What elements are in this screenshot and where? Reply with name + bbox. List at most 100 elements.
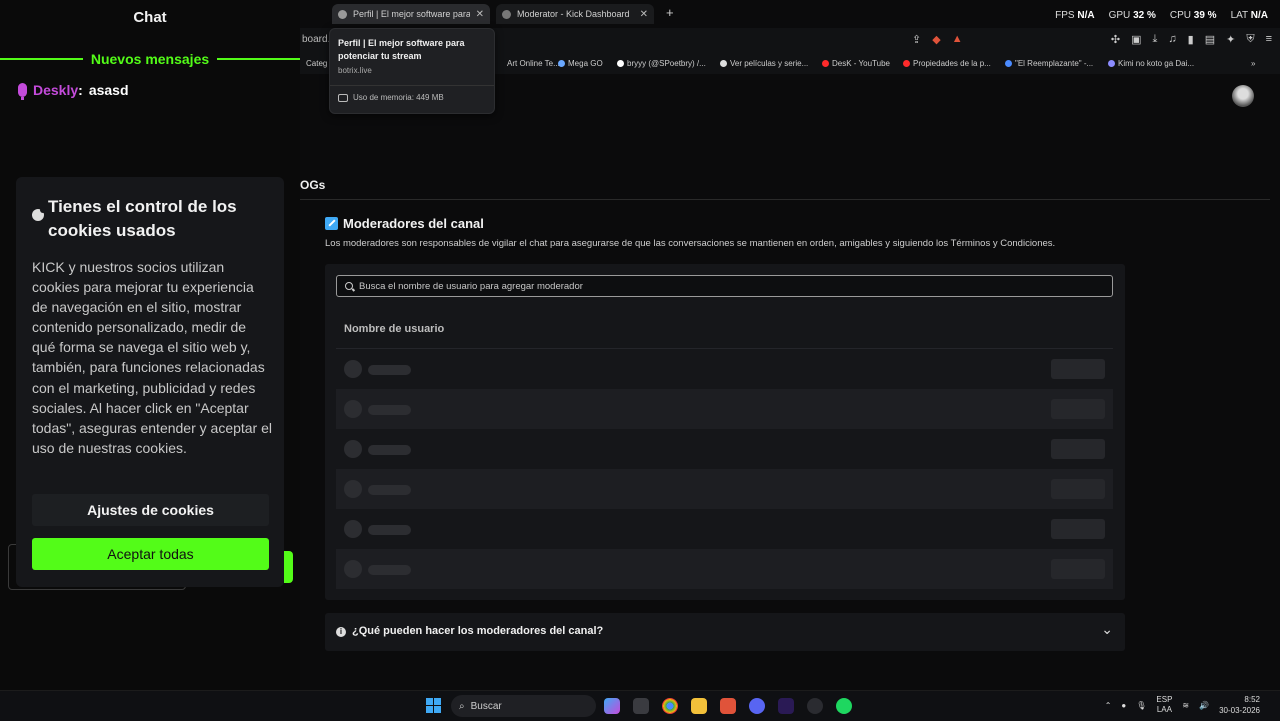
premiere-icon[interactable] (778, 698, 794, 714)
new-tab-button[interactable]: + (666, 5, 674, 20)
browser-tab-bar: Perfil | El mejor software para po ✕ Mod… (300, 0, 1280, 28)
botrix-icon (338, 9, 347, 19)
chat-message-text: asasd (88, 82, 129, 98)
clock[interactable]: 8:52 30-03-2026 (1219, 694, 1260, 716)
media-icon[interactable]: ♫ (1168, 33, 1176, 46)
extension-icon[interactable]: ✣ (1111, 33, 1120, 46)
page-title-text: Moderadores del canal (343, 216, 484, 231)
windows-taskbar: ⌕ Buscar ⌃ ● 🎙 ESP LAA ≋ 🔊 8:52 30-03-20… (0, 690, 1280, 721)
url-text[interactable]: board. (302, 34, 330, 45)
skeleton-action (1051, 399, 1105, 419)
store-icon[interactable] (633, 698, 649, 714)
bookmark-item[interactable]: bryyy (@SPoetbry) /... (617, 59, 706, 68)
file-explorer-icon[interactable] (691, 698, 707, 714)
accept-all-cookies-button[interactable]: Aceptar todas (32, 538, 269, 570)
steam-icon[interactable] (807, 698, 823, 714)
skeleton-action (1051, 479, 1105, 499)
chat-send-button-edge[interactable] (284, 551, 293, 583)
column-header-username: Nombre de usuario (344, 323, 445, 335)
bookmark-item[interactable]: Ver películas y serie... (720, 59, 808, 68)
table-row-skeleton (336, 509, 1113, 549)
gpu-label: GPU (1108, 10, 1131, 21)
bookmark-label: DesK - YouTube (832, 59, 890, 68)
discord-icon[interactable] (749, 698, 765, 714)
spotify-icon[interactable] (836, 698, 852, 714)
taskbar-search[interactable]: ⌕ Buscar (451, 695, 596, 717)
close-icon[interactable]: ✕ (640, 9, 648, 20)
windows-start-icon[interactable] (426, 698, 441, 713)
wifi-icon[interactable]: ≋ (1182, 701, 1189, 710)
skeleton-avatar (344, 360, 362, 378)
share-icon[interactable]: ⇪ (912, 33, 921, 46)
sidebar-icon[interactable]: ▮ (1188, 33, 1194, 46)
wallet-icon[interactable]: ▤ (1205, 33, 1215, 46)
more-bookmarks-icon[interactable]: » (1251, 59, 1255, 68)
section-label: OGs (300, 178, 326, 192)
microphone-icon[interactable]: 🎙 (1136, 701, 1146, 710)
user-avatar[interactable] (1232, 85, 1254, 107)
kick-icon (502, 9, 511, 19)
chrome-icon[interactable] (662, 698, 678, 714)
gpu-stat: GPU 32 % (1109, 10, 1156, 21)
search-input[interactable] (359, 280, 1099, 292)
bookmark-item[interactable]: Art Online Te... (507, 59, 560, 68)
skeleton-text (368, 405, 411, 415)
cookie-header: Tienes el control de los cookies usados (32, 195, 272, 243)
bookmark-item[interactable]: DesK - YouTube (822, 59, 890, 68)
cookie-settings-button[interactable]: Ajustes de cookies (32, 494, 269, 526)
close-icon[interactable]: ✕ (476, 9, 484, 20)
faq-accordion[interactable]: i ¿Qué pueden hacer los moderadores del … (325, 613, 1125, 651)
skeleton-action (1051, 359, 1105, 379)
volume-icon[interactable]: 🔊 (1199, 701, 1209, 710)
copilot-icon[interactable] (604, 698, 620, 714)
chevron-up-icon[interactable]: ⌃ (1105, 701, 1112, 710)
moderators-table-card: Nombre de usuario (325, 264, 1125, 600)
youtube-icon (822, 60, 829, 67)
bookmark-label: bryyy (@SPoetbry) /... (627, 59, 706, 68)
hover-card-memory: Uso de memoria: 449 MB (338, 93, 444, 102)
tray-app-icon[interactable]: ● (1121, 701, 1126, 710)
brave-shields-icon[interactable]: ◆ (932, 33, 940, 46)
vpn-icon[interactable]: ⛨ (1246, 33, 1254, 46)
table-row-skeleton (336, 389, 1113, 429)
bookmark-item[interactable]: "El Reemplazante" -... (1005, 59, 1093, 68)
tab-hover-card: Perfil | El mejor software para potencia… (329, 28, 495, 114)
youtube-icon (903, 60, 910, 67)
leo-icon[interactable]: ✦ (1226, 33, 1235, 46)
time: 8:52 (1244, 695, 1260, 704)
bookmark-item[interactable]: Kimi no koto ga Dai... (1108, 59, 1194, 68)
skeleton-avatar (344, 520, 362, 538)
chevron-down-icon[interactable]: ⌄ (1101, 621, 1113, 638)
hover-card-url: botrix.live (338, 66, 372, 75)
bookmark-label: Propiedades de la p... (913, 59, 991, 68)
skeleton-text (368, 565, 411, 575)
cookie-title: Tienes el control de los cookies usados (48, 197, 237, 240)
bookmark-item[interactable]: Categ (306, 59, 327, 68)
bookmark-item[interactable]: Mega GO (558, 59, 603, 68)
chat-username[interactable]: Deskly (33, 82, 78, 98)
new-messages-divider: Nuevos mensajes (0, 50, 301, 68)
download-icon[interactable]: ⤓ (1153, 33, 1158, 46)
brave-icon[interactable] (720, 698, 736, 714)
divider-line-left (0, 58, 83, 60)
lat-stat: LAT N/A (1231, 10, 1268, 21)
brave-rewards-icon[interactable]: ▲ (952, 33, 963, 46)
tab-botrix-profile[interactable]: Perfil | El mejor software para po ✕ (332, 4, 490, 24)
menu-icon[interactable]: ≡ (1266, 33, 1272, 46)
language-indicator[interactable]: ESP LAA (1156, 695, 1172, 715)
screenshot-icon[interactable]: ▣ (1131, 33, 1141, 46)
table-row-skeleton (336, 349, 1113, 389)
site-icon (1005, 60, 1012, 67)
tab-kick-dashboard[interactable]: Moderator - Kick Dashboard ✕ (496, 4, 654, 24)
toolbar-icons: ⇪ ◆ ▲ (912, 33, 963, 46)
table-row-skeleton (336, 549, 1113, 589)
new-messages-label: Nuevos mensajes (90, 51, 210, 67)
page-description: Los moderadores son responsables de vigi… (325, 238, 1056, 249)
bookmark-label: Art Online Te... (507, 59, 560, 68)
skeleton-action (1051, 559, 1105, 579)
faq-title: ¿Qué pueden hacer los moderadores del ca… (352, 625, 604, 637)
system-tray: ⌃ ● 🎙 ESP LAA ≋ 🔊 8:52 30-03-2026 (1105, 694, 1260, 716)
moderator-search[interactable] (336, 275, 1113, 297)
bookmark-item[interactable]: Propiedades de la p... (903, 59, 991, 68)
cpu-value: 39 % (1193, 10, 1217, 21)
